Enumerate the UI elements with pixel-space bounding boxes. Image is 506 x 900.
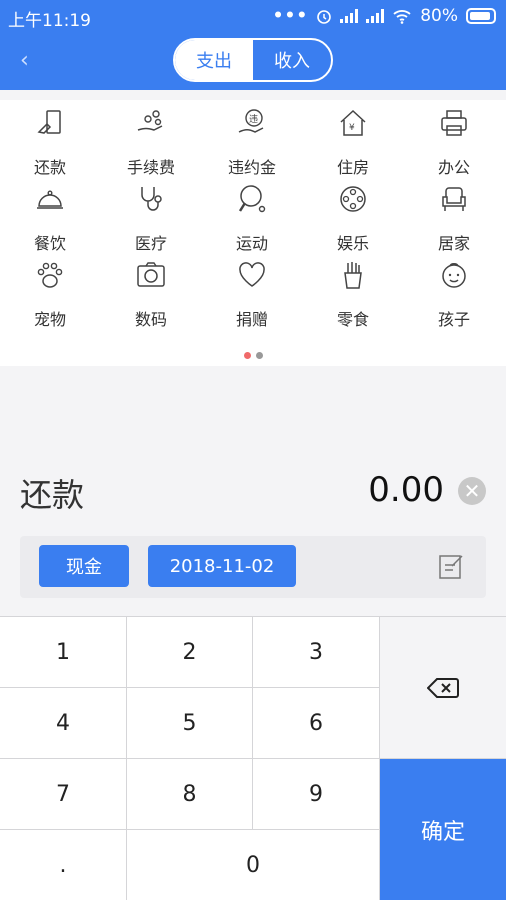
fries-icon — [344, 262, 362, 289]
key-5[interactable]: 5 — [127, 688, 253, 759]
category-label: 零食 — [336, 310, 369, 329]
category-item[interactable]: 办公 — [404, 100, 504, 177]
category-label: 医疗 — [134, 234, 167, 253]
note-edit-icon[interactable] — [438, 552, 466, 580]
key-1[interactable]: 1 — [0, 617, 127, 688]
paw-icon — [37, 262, 63, 288]
stethoscope-icon — [141, 187, 162, 211]
header-bar: 上午11:19 ••• 80% ‹ 支出 收入 — [0, 0, 506, 90]
category-item[interactable]: ¥ 住房 — [303, 100, 403, 177]
key-7[interactable]: 7 — [0, 759, 127, 830]
key-4[interactable]: 4 — [0, 688, 127, 759]
category-item[interactable]: 违 违约金 — [202, 100, 302, 177]
back-chevron-icon[interactable]: ‹ — [20, 48, 29, 73]
date-button[interactable]: 2018-11-02 — [148, 545, 296, 587]
category-label: 宠物 — [33, 310, 66, 329]
type-switch: 支出 收入 — [173, 38, 333, 82]
category-item[interactable]: 还款 — [0, 100, 100, 177]
backspace-icon — [427, 677, 459, 698]
pingpong-icon — [238, 185, 266, 213]
category-item[interactable]: 孩子 — [404, 252, 504, 329]
number-keypad: 1 2 3 4 5 6 7 8 9 . 0 确定 — [0, 616, 506, 900]
account-button[interactable]: 现金 — [39, 545, 129, 587]
page-dot-active — [244, 352, 251, 359]
svg-text:¥: ¥ — [349, 123, 355, 133]
category-item[interactable]: 运动 — [202, 176, 302, 253]
category-item[interactable]: 数码 — [101, 252, 201, 329]
category-item[interactable]: 宠物 — [0, 252, 100, 329]
battery-icon — [466, 8, 496, 24]
svg-text:违: 违 — [249, 114, 258, 125]
category-label: 运动 — [235, 234, 268, 253]
key-2[interactable]: 2 — [127, 617, 253, 688]
key-6[interactable]: 6 — [253, 688, 380, 759]
category-label: 数码 — [134, 310, 167, 329]
wifi-icon — [393, 10, 411, 24]
category-label: 娱乐 — [336, 234, 369, 253]
repayment-icon — [37, 110, 61, 134]
more-dots-icon: ••• — [272, 6, 309, 26]
page-dot — [256, 352, 263, 359]
baby-icon — [442, 263, 466, 288]
heart-icon — [239, 262, 265, 287]
signal-icon-2 — [366, 9, 385, 23]
category-label: 还款 — [33, 158, 66, 177]
category-label: 捐赠 — [235, 310, 268, 329]
key-0[interactable]: 0 — [127, 830, 380, 900]
category-item[interactable]: 捐赠 — [202, 252, 302, 329]
key-9[interactable]: 9 — [253, 759, 380, 830]
category-item[interactable]: 餐饮 — [0, 176, 100, 253]
category-item[interactable]: 手续费 — [101, 100, 201, 177]
key-8[interactable]: 8 — [127, 759, 253, 830]
tab-expense[interactable]: 支出 — [175, 40, 253, 80]
category-label: 住房 — [336, 158, 369, 177]
film-reel-icon — [340, 186, 366, 212]
tab-income[interactable]: 收入 — [253, 40, 331, 80]
category-label: 违约金 — [227, 158, 276, 177]
category-label: 居家 — [437, 234, 470, 253]
key-3[interactable]: 3 — [253, 617, 380, 688]
category-label: 手续费 — [126, 158, 175, 177]
alarm-icon — [317, 10, 332, 24]
key-dot[interactable]: . — [0, 830, 127, 900]
clear-icon[interactable]: ✕ — [458, 477, 486, 505]
confirm-button[interactable]: 确定 — [380, 759, 506, 900]
fee-icon — [137, 110, 163, 131]
category-grid: 还款 手续费 违 违约金 ¥ 住房 办公 餐饮 医疗 运动 娱乐 居家 宠物 数… — [0, 100, 506, 366]
backspace-button[interactable] — [380, 617, 506, 759]
status-time: 上午11:19 — [8, 11, 91, 31]
armchair-icon — [442, 187, 466, 211]
category-item[interactable]: 娱乐 — [303, 176, 403, 253]
printer-icon — [441, 110, 467, 136]
penalty-icon: 违 — [238, 109, 264, 133]
dining-icon — [37, 190, 63, 209]
category-item[interactable]: 医疗 — [101, 176, 201, 253]
battery-percent: 80% — [420, 6, 458, 26]
camera-icon — [137, 262, 165, 287]
status-bar: 上午11:19 ••• 80% — [0, 0, 506, 32]
category-label: 办公 — [437, 158, 470, 177]
page-indicator — [244, 352, 263, 359]
status-icons: ••• 80% — [273, 6, 496, 26]
selected-category: 还款 — [20, 476, 85, 514]
category-item[interactable]: 居家 — [404, 176, 504, 253]
category-label: 孩子 — [437, 310, 470, 329]
amount-display: 0.00 — [368, 470, 444, 510]
entry-options: 现金 2018-11-02 — [20, 536, 486, 598]
house-icon: ¥ — [340, 109, 366, 136]
signal-icon — [340, 9, 359, 23]
category-item[interactable]: 零食 — [303, 252, 403, 329]
category-label: 餐饮 — [33, 234, 66, 253]
